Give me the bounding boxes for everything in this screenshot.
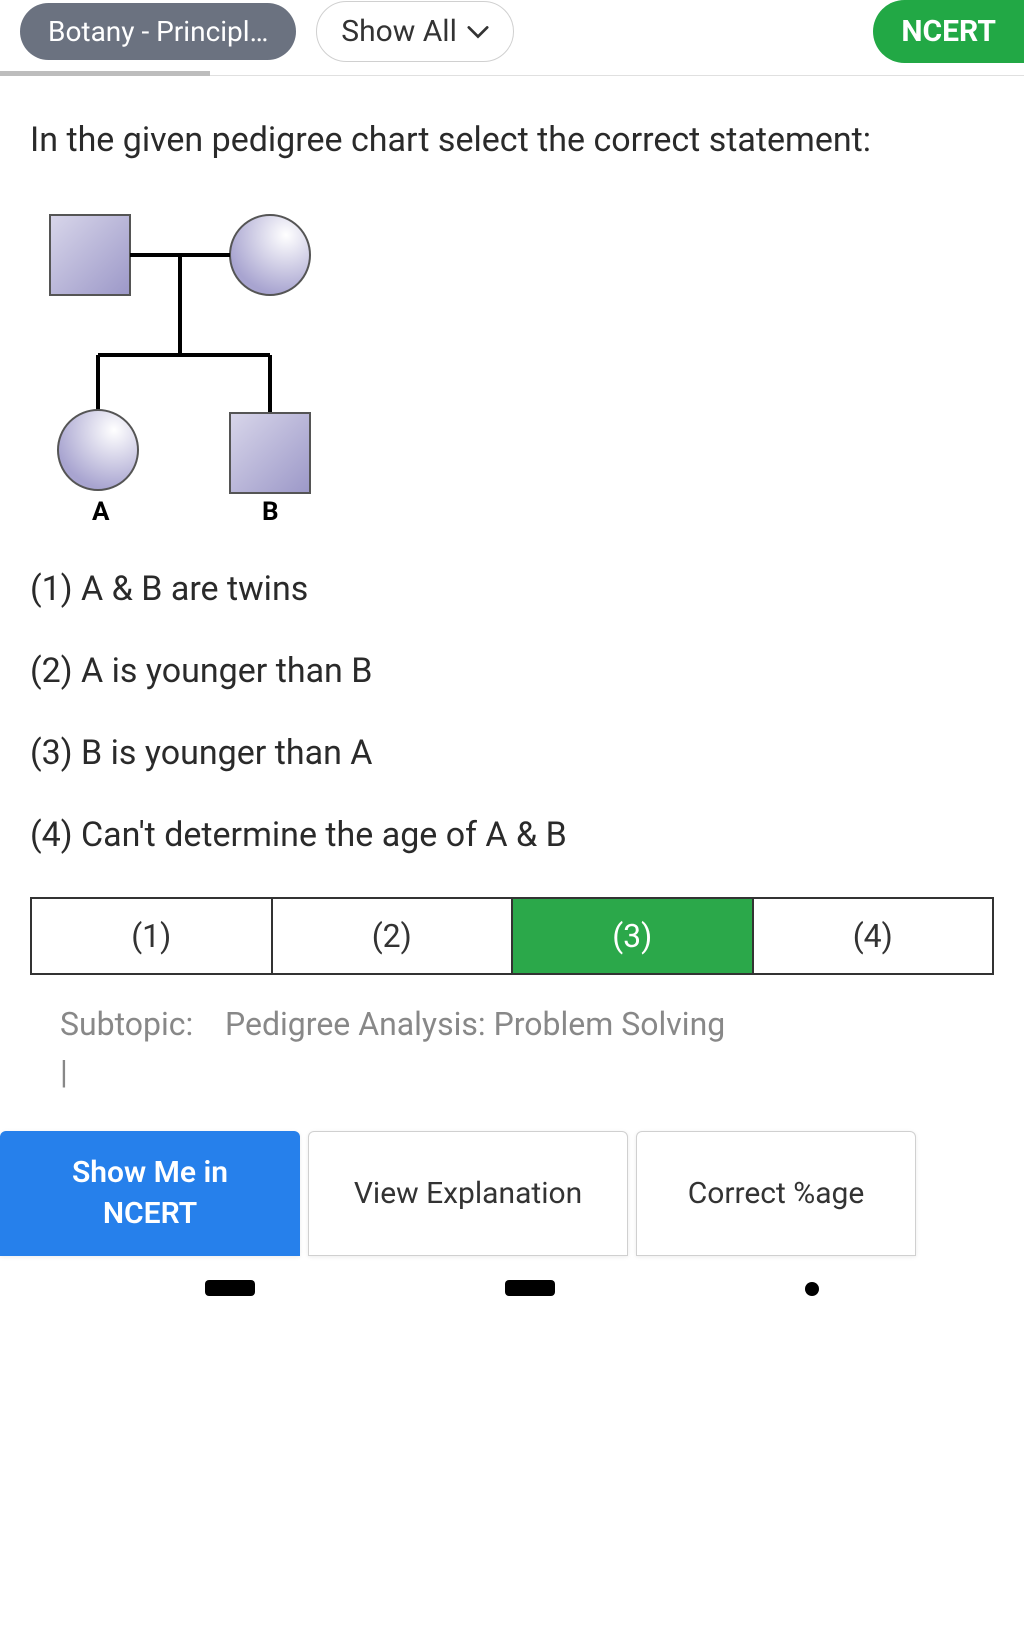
pedigree-label-a: A <box>92 497 110 525</box>
subtopic-label: Subtopic: <box>60 1005 193 1043</box>
answer-cell-3[interactable]: (3) <box>513 899 754 973</box>
nav-dot-right <box>805 1282 819 1296</box>
pedigree-father-square <box>50 215 130 295</box>
show-all-dropdown[interactable]: Show All <box>316 1 514 62</box>
show-me-ncert-button[interactable]: Show Me in NCERT <box>0 1131 300 1256</box>
bottom-buttons: Show Me in NCERT View Explanation Correc… <box>0 1131 1024 1256</box>
show-ncert-line2: NCERT <box>20 1194 280 1235</box>
question-text: In the given pedigree chart select the c… <box>30 116 994 165</box>
subject-pill[interactable]: Botany - Principl… <box>20 3 296 60</box>
correct-percentage-label: Correct %age <box>688 1176 865 1211</box>
option-4: (4) Can't determine the age of A & B <box>30 815 994 855</box>
option-2-num: (2) <box>30 651 73 691</box>
option-3-text: B is younger than A <box>81 733 372 773</box>
option-2-text: A is younger than B <box>81 651 372 691</box>
view-explanation-label: View Explanation <box>354 1176 582 1211</box>
subtopic-value: Pedigree Analysis: Problem Solving <box>225 1005 725 1043</box>
answer-cell-4[interactable]: (4) <box>754 899 993 973</box>
top-bar: Botany - Principl… Show All NCERT <box>0 0 1024 76</box>
view-explanation-button[interactable]: View Explanation <box>308 1131 628 1256</box>
answer-cell-1[interactable]: (1) <box>32 899 273 973</box>
correct-percentage-button[interactable]: Correct %age <box>636 1131 916 1256</box>
subtopic-row: Subtopic: Pedigree Analysis: Problem Sol… <box>30 1005 994 1043</box>
option-1-num: (1) <box>30 569 73 609</box>
option-4-text: Can't determine the age of A & B <box>81 815 567 855</box>
option-1: (1) A & B are twins <box>30 569 994 609</box>
ncert-pill[interactable]: NCERT <box>873 0 1024 63</box>
option-3-num: (3) <box>30 733 73 773</box>
nav-bar-left <box>205 1280 255 1296</box>
option-4-num: (4) <box>30 815 73 855</box>
nav-bar-mid <box>505 1280 555 1296</box>
pedigree-child-b-square <box>230 413 310 493</box>
cursor-mark: | <box>30 1053 994 1091</box>
pedigree-label-b: B <box>262 497 279 525</box>
option-2: (2) A is younger than B <box>30 651 994 691</box>
progress-indicator <box>0 71 210 76</box>
option-3: (3) B is younger than A <box>30 733 994 773</box>
pedigree-mother-circle <box>230 215 310 295</box>
options-list: (1) A & B are twins (2) A is younger tha… <box>30 569 994 855</box>
show-all-label: Show All <box>341 14 457 49</box>
content-area: In the given pedigree chart select the c… <box>0 76 1024 1131</box>
answer-row: (1) (2) (3) (4) <box>30 897 994 975</box>
answer-cell-2[interactable]: (2) <box>273 899 514 973</box>
option-1-text: A & B are twins <box>81 569 308 609</box>
bottom-nav-hint <box>0 1256 1024 1296</box>
show-ncert-line1: Show Me in <box>20 1153 280 1194</box>
pedigree-diagram: A B <box>30 195 994 529</box>
chevron-down-icon <box>467 25 489 39</box>
pedigree-child-a-circle <box>58 410 138 490</box>
